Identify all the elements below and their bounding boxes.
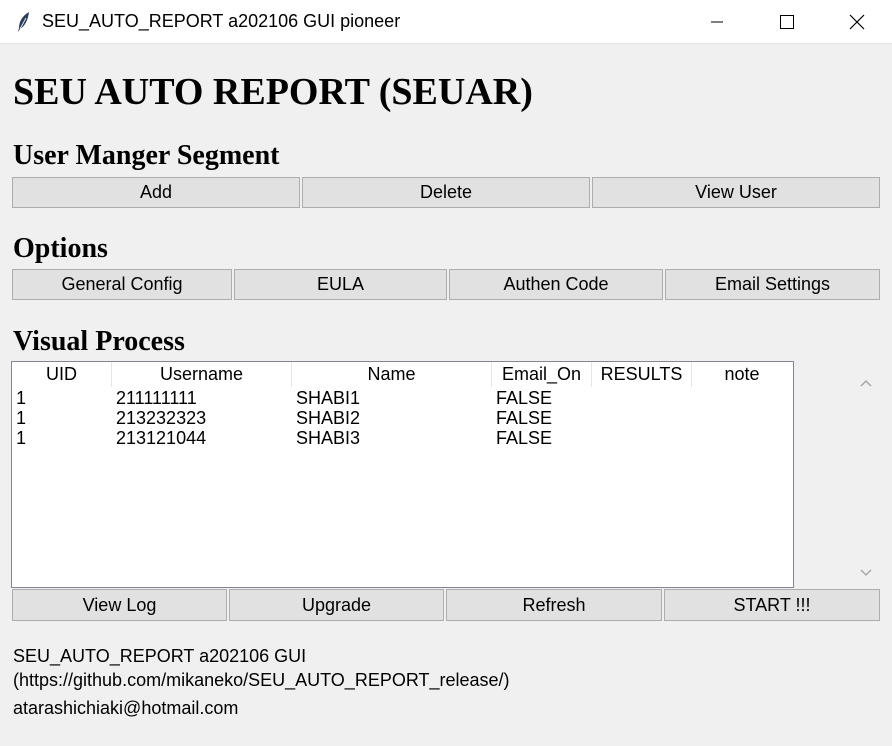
table-header: UID Username Name Email_On RESULTS note bbox=[12, 362, 793, 387]
cell-results bbox=[592, 388, 692, 408]
maximize-icon bbox=[779, 14, 795, 30]
cell-email-on: FALSE bbox=[496, 428, 553, 448]
email-settings-button[interactable]: Email Settings bbox=[665, 269, 880, 300]
upgrade-button[interactable]: Upgrade bbox=[229, 589, 444, 621]
cell-name: SHABI2 bbox=[296, 408, 361, 428]
window-titlebar[interactable]: SEU_AUTO_REPORT a202106 GUI pioneer bbox=[0, 0, 892, 44]
footer-email: atarashichiaki@hotmail.com bbox=[13, 698, 239, 718]
feather-icon bbox=[14, 10, 34, 34]
close-button[interactable] bbox=[822, 0, 892, 44]
table-row[interactable]: 1 211111111 SHABI1 FALSE bbox=[12, 388, 792, 408]
cell-username: 213121044 bbox=[116, 428, 207, 448]
visual-process-heading: Visual Process bbox=[13, 326, 185, 357]
footer-repo-link: (https://github.com/mikaneko/SEU_AUTO_RE… bbox=[13, 670, 510, 690]
cell-name: SHABI1 bbox=[296, 388, 361, 408]
cell-name: SHABI3 bbox=[296, 428, 361, 448]
add-button[interactable]: Add bbox=[12, 177, 300, 208]
cell-note bbox=[692, 408, 792, 428]
window-title: SEU_AUTO_REPORT a202106 GUI pioneer bbox=[42, 11, 401, 31]
view-user-button[interactable]: View User bbox=[592, 177, 880, 208]
cell-email-on: FALSE bbox=[496, 388, 553, 408]
column-header-uid[interactable]: UID bbox=[12, 362, 112, 387]
column-header-email-on[interactable]: Email_On bbox=[492, 362, 592, 387]
cell-uid: 1 bbox=[16, 388, 27, 408]
start-button[interactable]: START !!! bbox=[664, 589, 880, 621]
column-header-results[interactable]: RESULTS bbox=[592, 362, 692, 387]
cell-uid: 1 bbox=[16, 428, 27, 448]
authen-code-button[interactable]: Authen Code bbox=[449, 269, 663, 300]
column-header-username[interactable]: Username bbox=[112, 362, 292, 387]
table-row[interactable]: 1 213232323 SHABI2 FALSE bbox=[12, 408, 792, 428]
table-body: 1 211111111 SHABI1 FALSE 1 213232323 SHA… bbox=[12, 388, 792, 448]
general-config-button[interactable]: General Config bbox=[12, 269, 232, 300]
minimize-button[interactable] bbox=[682, 0, 752, 44]
view-log-button[interactable]: View Log bbox=[12, 589, 227, 621]
cell-results bbox=[592, 428, 692, 448]
cell-username: 211111111 bbox=[116, 388, 197, 408]
cell-note bbox=[692, 428, 792, 448]
table-scrollbar[interactable] bbox=[856, 366, 876, 582]
chevron-up-icon[interactable] bbox=[860, 374, 872, 392]
delete-button[interactable]: Delete bbox=[302, 177, 590, 208]
column-header-note[interactable]: note bbox=[692, 362, 792, 387]
cell-note bbox=[692, 388, 792, 408]
table-row[interactable]: 1 213121044 SHABI3 FALSE bbox=[12, 428, 792, 448]
page-title: SEU AUTO REPORT (SEUAR) bbox=[13, 71, 533, 113]
eula-button[interactable]: EULA bbox=[234, 269, 447, 300]
refresh-button[interactable]: Refresh bbox=[446, 589, 662, 621]
user-manager-heading: User Manger Segment bbox=[13, 140, 280, 171]
cell-uid: 1 bbox=[16, 408, 27, 428]
cell-username: 213232323 bbox=[116, 408, 207, 428]
process-table[interactable]: UID Username Name Email_On RESULTS note … bbox=[11, 361, 794, 588]
window-controls bbox=[682, 0, 892, 44]
options-heading: Options bbox=[13, 233, 108, 264]
chevron-down-icon[interactable] bbox=[860, 564, 872, 582]
footer-version: SEU_AUTO_REPORT a202106 GUI bbox=[13, 646, 307, 666]
minimize-icon bbox=[710, 15, 724, 29]
cell-email-on: FALSE bbox=[496, 408, 553, 428]
cell-results bbox=[592, 408, 692, 428]
close-icon bbox=[849, 14, 865, 30]
maximize-button[interactable] bbox=[752, 0, 822, 44]
column-header-name[interactable]: Name bbox=[292, 362, 492, 387]
